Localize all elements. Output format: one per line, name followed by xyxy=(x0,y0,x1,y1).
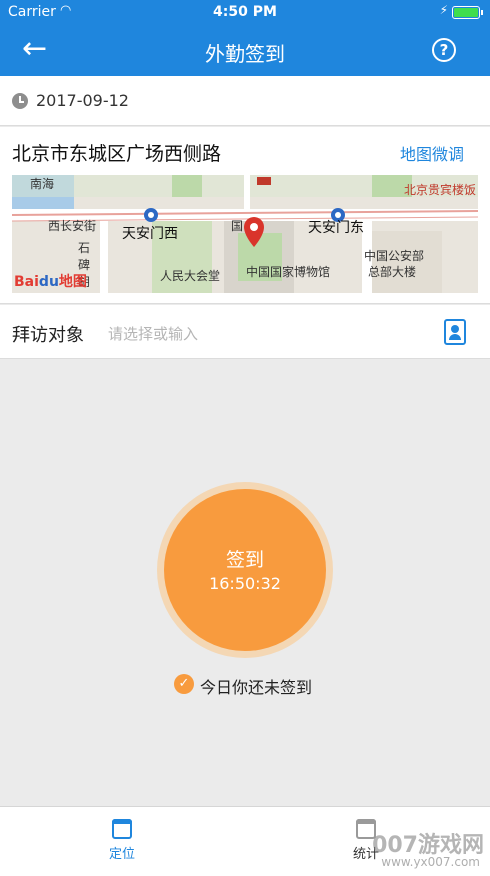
map-label: 国 xyxy=(231,219,244,233)
sign-status-text: 今日你还未签到 xyxy=(200,678,313,697)
map-label: 中国公安部 xyxy=(364,249,425,263)
sign-in-label: 签到 xyxy=(225,549,264,571)
location-card: 北京市东城区广场西侧路 地图微调 南海 西长安街 天安门西 天安门东 人民大会堂… xyxy=(0,127,490,304)
help-icon[interactable]: ? xyxy=(432,38,456,62)
sign-in-button[interactable]: 签到 16:50:32 xyxy=(164,489,326,651)
map-label: 天安门东 xyxy=(308,220,364,236)
location-address: 北京市东城区广场西侧路 xyxy=(12,143,222,165)
baidu-map-logo: Baidu地图 xyxy=(14,271,87,291)
sign-in-time: 16:50:32 xyxy=(209,574,281,593)
map-label: 南海 xyxy=(30,177,55,191)
tab-locate[interactable]: 定位 xyxy=(82,815,162,862)
map-label: 中国国家博物馆 xyxy=(246,265,331,279)
date-row: 2017-09-12 xyxy=(0,76,490,126)
navigation-bar: ← 外勤签到 ? xyxy=(0,26,490,76)
map-label: 北京贵宾楼饭 xyxy=(404,183,477,197)
check-circle-icon: ✓ xyxy=(174,674,194,694)
baidu-map-logo-part: 地图 xyxy=(58,274,87,290)
battery-icon xyxy=(452,6,483,19)
watermark-url: www.yx007.com xyxy=(381,855,480,869)
visit-target-row: 拜访对象 请选择或输入 xyxy=(0,305,490,359)
map-label: 人民大会堂 xyxy=(160,269,221,283)
location-map[interactable]: 南海 西长安街 天安门西 天安门东 人民大会堂 中国国家博物馆 中国公安部 总部… xyxy=(12,175,478,293)
map-adjust-link[interactable]: 地图微调 xyxy=(400,141,464,165)
baidu-map-logo-part: du xyxy=(38,274,59,290)
charging-icon: ⚡ xyxy=(439,3,448,17)
status-bar: Carrier ◠ 4:50 PM ⚡ xyxy=(0,0,490,26)
current-date: 2017-09-12 xyxy=(36,91,129,110)
map-label: 总部大楼 xyxy=(368,265,417,279)
baidu-map-logo-part: Bai xyxy=(14,274,39,290)
visit-target-input[interactable]: 请选择或输入 xyxy=(108,323,198,344)
tab-bar: 定位 统计 007游戏网 www.yx007.com xyxy=(0,806,490,876)
page-title: 外勤签到 xyxy=(205,42,285,66)
map-label: 西长安街 xyxy=(48,219,97,233)
map-label: 天安门西 xyxy=(122,226,178,242)
tab-locate-label: 定位 xyxy=(108,847,135,862)
calendar-check-icon xyxy=(112,819,132,839)
status-time: 4:50 PM xyxy=(213,4,277,20)
contact-book-icon[interactable] xyxy=(444,319,466,345)
visit-target-label: 拜访对象 xyxy=(12,325,84,346)
clock-icon xyxy=(12,93,28,109)
